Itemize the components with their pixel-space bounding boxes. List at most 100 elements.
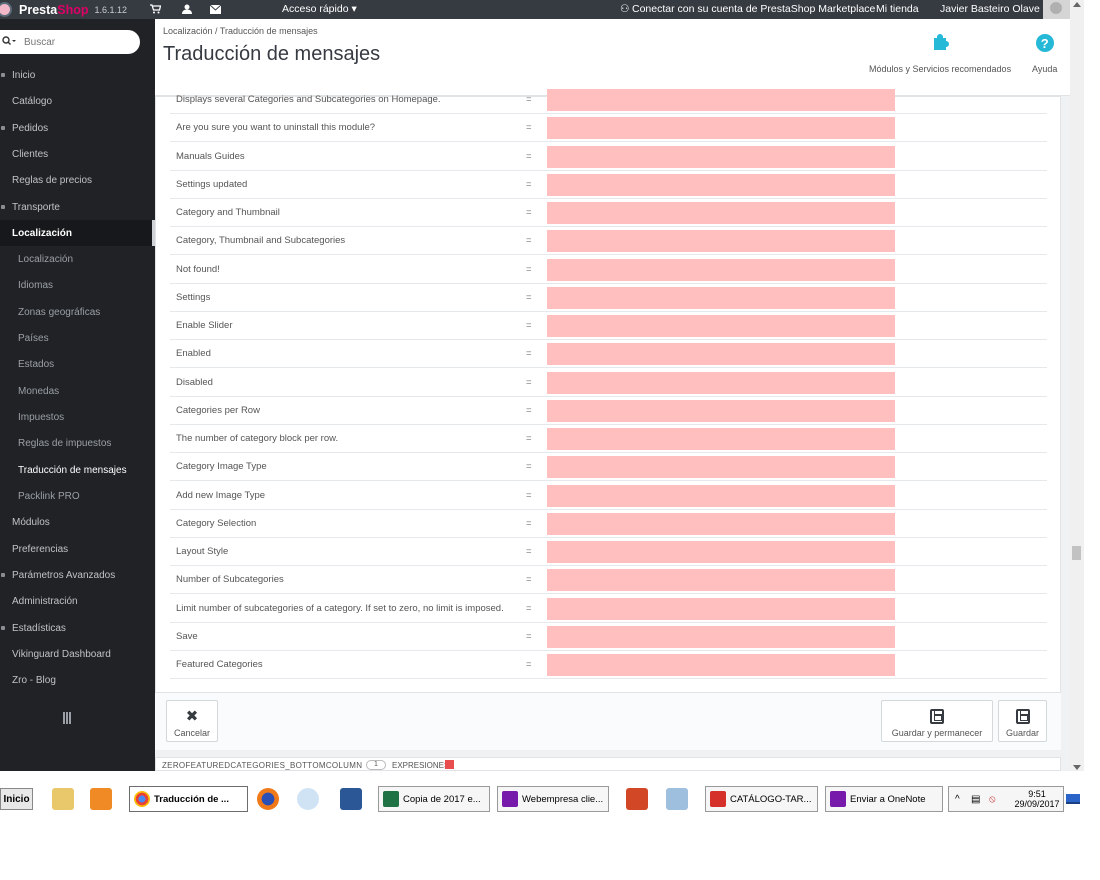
sidebar-subitem-label: Zonas geográficas [18,306,101,318]
translation-input[interactable] [547,626,895,648]
sidebar-item-pedidos[interactable]: Pedidos [0,115,155,141]
translation-source-label: Category and Thumbnail [176,207,280,218]
task-excel[interactable]: Copia de 2017 e... [378,786,490,812]
paint-icon[interactable] [297,788,319,810]
page-scrollbar[interactable] [1070,0,1084,771]
sidebar-item-modulos[interactable]: Módulos [0,509,155,535]
scroll-up-icon[interactable] [1073,2,1081,7]
task-onenote[interactable]: Webempresa clie... [497,786,609,812]
quick-access-menu[interactable]: Acceso rápido ▾ [282,3,357,15]
translation-input[interactable] [547,598,895,620]
sidebar-subitem-monedas[interactable]: Monedas [0,378,155,404]
sidebar-item-preferencias[interactable]: Preferencias [0,536,155,562]
sidebar-subitem-localizacion[interactable]: Localización [0,246,155,272]
sidebar-subitem-estados[interactable]: Estados [0,351,155,377]
translation-input[interactable] [547,485,895,507]
recommended-modules-button[interactable]: Módulos y Servicios recomendados [869,34,1011,74]
cart-icon[interactable] [148,2,162,16]
marketplace-icon[interactable]: ⚇ [620,3,629,15]
help-button[interactable]: ? Ayuda [1032,34,1057,74]
translation-input[interactable] [547,287,895,309]
task-send-onenote[interactable]: Enviar a OneNote [825,786,943,812]
user-icon[interactable] [180,2,194,16]
sidebar-subitem-zonas[interactable]: Zonas geográficas [0,299,155,325]
sidebar-item-inicio[interactable]: Inicio [0,62,155,88]
translation-input[interactable] [547,202,895,224]
translation-input[interactable] [547,117,895,139]
translation-row: Category Image Type = [170,453,1047,481]
translation-source-label: Limit number of subcategories of a categ… [176,603,504,614]
translation-input[interactable] [547,146,895,168]
show-desktop-icon[interactable] [1066,794,1080,804]
sidebar-subitem-traduccion[interactable]: Traducción de mensajes [0,457,155,483]
equals-sign: = [526,207,532,218]
translation-input[interactable] [547,513,895,535]
tray-expand-icon[interactable]: ^ [955,794,960,805]
collapse-sidebar-icon[interactable] [63,712,71,724]
sidebar-item-estadisticas[interactable]: Estadísticas [0,615,155,641]
equals-sign: = [526,603,532,614]
next-module-section[interactable]: ZEROFEATUREDCATEGORIES_BOTTOMCOLUMN 1 EX… [155,757,1061,771]
sidebar-item-label: Estadísticas [12,622,66,634]
translation-input[interactable] [547,230,895,252]
sidebar-item-administracion[interactable]: Administración [0,588,155,614]
sidebar-search[interactable] [0,30,140,54]
sidebar-item-label: Vikinguard Dashboard [12,648,111,660]
equals-sign: = [526,490,532,501]
sidebar-item-parametros[interactable]: Parámetros Avanzados [0,562,155,588]
search-icon[interactable] [2,35,16,49]
search-input[interactable] [24,36,114,48]
my-store-link[interactable]: Mi tienda [876,3,919,15]
translation-input[interactable] [547,372,895,394]
sidebar-item-transporte[interactable]: Transporte [0,194,155,220]
save-and-stay-button[interactable]: Guardar y permanecer [881,700,993,742]
volume-muted-icon[interactable]: ⦸ [989,794,996,805]
start-button[interactable]: Inicio [0,788,33,810]
equals-sign: = [526,461,532,472]
translation-input[interactable] [547,400,895,422]
media-player-icon[interactable] [90,788,112,810]
sidebar-item-zro-blog[interactable]: Zro - Blog [0,667,155,693]
sidebar-item-reglas-precios[interactable]: Reglas de precios [0,167,155,193]
translation-input[interactable] [547,89,895,111]
network-icon[interactable]: ▤ [971,794,980,805]
save-button[interactable]: Guardar [998,700,1047,742]
sidebar-subitem-idiomas[interactable]: Idiomas [0,272,155,298]
sidebar-item-catalogo[interactable]: Catálogo [0,88,155,114]
mail-icon[interactable] [208,2,222,16]
firefox-icon[interactable] [257,788,279,810]
sidebar-subitem-reglas-impuestos[interactable]: Reglas de impuestos [0,430,155,456]
translation-input[interactable] [547,315,895,337]
translation-input[interactable] [547,541,895,563]
scroll-down-icon[interactable] [1073,765,1081,770]
task-chrome[interactable]: Traducción de ... [129,786,248,812]
sidebar-item-clientes[interactable]: Clientes [0,141,155,167]
word-icon[interactable] [340,788,362,810]
marketplace-link[interactable]: Conectar con su cuenta de PrestaShop Mar… [632,3,875,15]
prestashop-logo[interactable]: PrestaShop 1.6.1.12 [0,0,127,19]
sidebar-item-localizacion[interactable]: Localización [0,220,155,246]
sidebar-item-vikinguard[interactable]: Vikinguard Dashboard [0,641,155,667]
cancel-button[interactable]: ✖ Cancelar [166,700,218,742]
clock[interactable]: 9:51 29/09/2017 [1011,789,1063,809]
calculator-icon[interactable] [666,788,688,810]
translation-input[interactable] [547,654,895,676]
sidebar-subitem-paises[interactable]: Países [0,325,155,351]
translation-input[interactable] [547,456,895,478]
translation-input[interactable] [547,259,895,281]
translation-input[interactable] [547,428,895,450]
translation-row: Settings = [170,284,1047,312]
powerpoint-icon[interactable] [626,788,648,810]
translation-source-label: The number of category block per row. [176,433,339,444]
avatar[interactable] [1043,0,1070,19]
translation-input[interactable] [547,343,895,365]
user-menu[interactable]: Javier Basteiro Olave ▾ [940,3,1048,15]
explorer-icon[interactable] [52,788,74,810]
translation-input[interactable] [547,569,895,591]
scroll-thumb[interactable] [1072,546,1081,560]
task-pdf[interactable]: CATÁLOGO-TAR... [705,786,818,812]
translation-input[interactable] [547,174,895,196]
sidebar-subitem-packlink[interactable]: Packlink PRO [0,483,155,509]
sidebar-subitem-impuestos[interactable]: Impuestos [0,404,155,430]
translation-row: Add new Image Type = [170,482,1047,510]
